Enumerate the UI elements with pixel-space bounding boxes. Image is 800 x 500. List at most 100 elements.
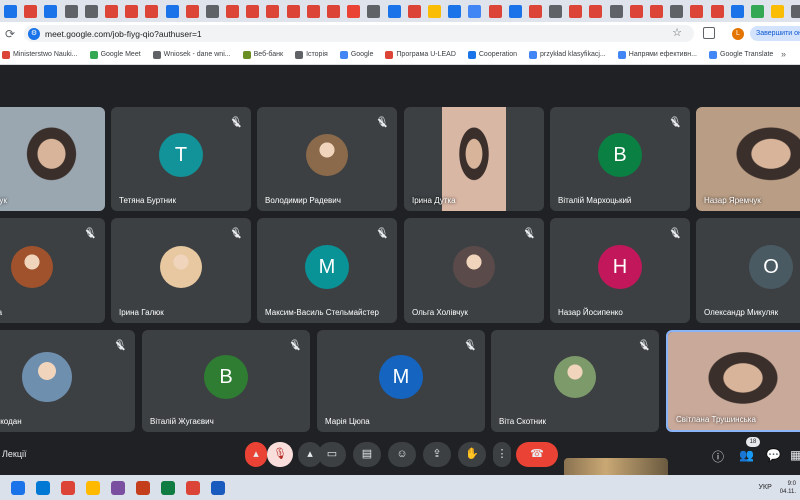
tab-favicon-icon[interactable] bbox=[44, 4, 58, 18]
tab-favicon-icon[interactable] bbox=[670, 4, 684, 18]
tab-favicon-icon[interactable] bbox=[64, 4, 78, 18]
taskbar-app-icon[interactable] bbox=[111, 480, 125, 495]
tab-favicon-icon[interactable] bbox=[569, 4, 583, 18]
bookmark-item[interactable]: Історія bbox=[295, 50, 328, 59]
bookmark-item[interactable]: Wniosek - dane wni... bbox=[152, 50, 231, 59]
captions-button[interactable]: ▤ bbox=[353, 442, 381, 467]
bookmark-item[interactable]: Google Meet bbox=[89, 50, 141, 59]
participant-tile[interactable]: Світлана Трушинська bbox=[666, 330, 800, 432]
tab-favicon-icon[interactable] bbox=[508, 4, 522, 18]
tab-favicon-icon[interactable] bbox=[185, 4, 199, 18]
tab-favicon-icon[interactable] bbox=[367, 4, 381, 18]
tab-favicon-icon[interactable] bbox=[488, 4, 502, 18]
participant-tile[interactable]: 🎙 Володимир Радевич bbox=[257, 107, 397, 211]
participant-tile[interactable]: М 🎙 Марія Цюпа bbox=[317, 330, 485, 432]
tab-favicon-icon[interactable] bbox=[327, 4, 340, 18]
tab-favicon-icon[interactable] bbox=[347, 4, 361, 18]
mic-toggle-button[interactable]: 🎙 bbox=[267, 442, 293, 467]
participant-tile[interactable]: 🎙 Ольга Холівчук bbox=[404, 218, 544, 323]
participant-tile[interactable]: 🎙 имир Кочкодан bbox=[0, 330, 135, 432]
participant-tile[interactable]: М 🎙 Максим-Василь Стельмайстер bbox=[257, 218, 397, 323]
participant-tile[interactable]: Стефанчук bbox=[0, 107, 105, 211]
participant-tile[interactable]: Т 🎙 Тетяна Буртник bbox=[111, 107, 251, 211]
participant-tile[interactable]: 🎙 Віта Скотник bbox=[491, 330, 659, 432]
camera-toggle-button[interactable]: ▭ bbox=[318, 442, 346, 467]
tab-favicon-icon[interactable] bbox=[448, 4, 462, 18]
taskbar-app-icon[interactable] bbox=[86, 480, 100, 495]
taskbar-app-icon[interactable] bbox=[36, 480, 50, 495]
tab-favicon-icon[interactable] bbox=[165, 4, 179, 18]
tab-favicon-icon[interactable] bbox=[427, 4, 441, 18]
tab-favicon-icon[interactable] bbox=[750, 4, 764, 18]
bookmark-item[interactable]: Напрями ефективн... bbox=[617, 50, 697, 59]
tab-favicon-icon[interactable] bbox=[266, 4, 280, 18]
tab-favicon-icon[interactable] bbox=[730, 4, 744, 18]
participant-tile[interactable]: Н 🎙 Назар Йосипенко bbox=[550, 218, 690, 323]
tab-favicon-icon[interactable] bbox=[468, 4, 482, 18]
bookmarks-more-icon[interactable]: » bbox=[781, 49, 786, 59]
raise-hand-button[interactable]: ✋ bbox=[458, 442, 486, 467]
taskbar-app-icon[interactable] bbox=[211, 480, 225, 495]
participant-tile[interactable]: 🎙 a Shunina bbox=[0, 218, 105, 323]
site-info-icon[interactable]: ⚙ bbox=[28, 27, 40, 40]
taskbar-app-icon[interactable] bbox=[161, 480, 175, 495]
bookmark-item[interactable]: Ministerstwo Nauki... bbox=[2, 50, 78, 59]
clock[interactable]: 9:0 04.11. bbox=[780, 480, 796, 496]
tab-favicon-icon[interactable] bbox=[104, 4, 118, 18]
bookmark-star-icon[interactable]: ☆ bbox=[672, 26, 682, 39]
tab-favicon-icon[interactable] bbox=[306, 4, 320, 18]
reload-icon[interactable]: ⟳ bbox=[2, 27, 18, 41]
participant-tile[interactable]: В 🎙 Віталій Жугаєвич bbox=[142, 330, 310, 432]
emoji-reaction-button[interactable]: ☺ bbox=[388, 442, 416, 467]
people-icon[interactable]: 👥 bbox=[739, 448, 754, 462]
tab-favicon-icon[interactable] bbox=[629, 4, 643, 18]
tab-favicon-icon[interactable] bbox=[24, 4, 38, 18]
tab-favicon-icon[interactable] bbox=[771, 4, 785, 18]
profile-avatar[interactable]: L bbox=[732, 28, 744, 40]
bookmark-item[interactable]: Cooperation bbox=[467, 50, 517, 59]
tab-favicon-icon[interactable] bbox=[145, 4, 159, 18]
tab-favicon-icon[interactable] bbox=[549, 4, 563, 18]
omnibox[interactable]: ⚙ meet.google.com/job-fiyg-qio?authuser=… bbox=[24, 25, 694, 42]
tab-favicon-icon[interactable] bbox=[125, 4, 139, 18]
taskbar-app-icon[interactable] bbox=[136, 480, 150, 495]
bookmark-item[interactable]: Веб-банк bbox=[242, 50, 283, 59]
taskbar-app-icon[interactable] bbox=[11, 480, 25, 495]
tab-favicon-icon[interactable] bbox=[226, 4, 240, 18]
tab-favicon-icon[interactable] bbox=[650, 4, 663, 18]
tab-favicon-icon[interactable] bbox=[286, 4, 300, 18]
meeting-info-icon[interactable]: ⓘ bbox=[712, 448, 724, 465]
tab-favicon-icon[interactable] bbox=[528, 4, 542, 18]
leave-call-button[interactable]: ☎ bbox=[516, 442, 558, 467]
tab-favicon-icon[interactable] bbox=[387, 4, 401, 18]
extensions-icon[interactable] bbox=[703, 27, 715, 39]
bookmark-item[interactable]: przykład klasyfikacj... bbox=[529, 50, 606, 59]
tab-favicon-icon[interactable] bbox=[589, 4, 603, 18]
tab-favicon-icon[interactable] bbox=[690, 4, 704, 18]
participant-tile[interactable]: О🎙Олександр Микуляк bbox=[696, 218, 800, 323]
language-indicator[interactable]: УКР bbox=[759, 484, 772, 491]
present-screen-button[interactable]: ⇪ bbox=[423, 442, 451, 467]
tab-favicon-icon[interactable] bbox=[791, 4, 800, 18]
participant-tile[interactable]: 🎙 Ірина Галюк bbox=[111, 218, 251, 323]
bookmark-item[interactable]: Google Translate bbox=[709, 50, 773, 59]
tab-favicon-icon[interactable] bbox=[4, 4, 17, 18]
more-options-button[interactable]: ⋮ bbox=[493, 442, 511, 467]
participant-tile[interactable]: Ірина Дутка bbox=[404, 107, 544, 211]
tab-favicon-icon[interactable] bbox=[246, 4, 260, 18]
activities-icon[interactable]: ▦ bbox=[790, 448, 800, 462]
tab-favicon-icon[interactable] bbox=[84, 4, 98, 18]
taskbar-app-icon[interactable] bbox=[61, 480, 75, 495]
participant-tile[interactable]: Назар Яремчук bbox=[696, 107, 800, 211]
tab-favicon-icon[interactable] bbox=[710, 4, 724, 18]
url-text[interactable]: meet.google.com/job-fiyg-qio?authuser=1 bbox=[45, 29, 202, 39]
mic-options-button[interactable]: ▴ bbox=[245, 442, 267, 467]
finish-update-button[interactable]: Завершити он bbox=[750, 26, 800, 41]
bookmark-item[interactable]: Програма U-LEAD bbox=[385, 50, 456, 59]
tab-favicon-icon[interactable] bbox=[407, 4, 421, 18]
tab-favicon-icon[interactable] bbox=[205, 4, 219, 18]
bookmark-item[interactable]: Google bbox=[339, 50, 373, 59]
participant-tile[interactable]: В 🎙 Віталій Мархоцький bbox=[550, 107, 690, 211]
chat-icon[interactable]: 💬 bbox=[766, 448, 781, 462]
tab-favicon-icon[interactable] bbox=[609, 4, 623, 18]
